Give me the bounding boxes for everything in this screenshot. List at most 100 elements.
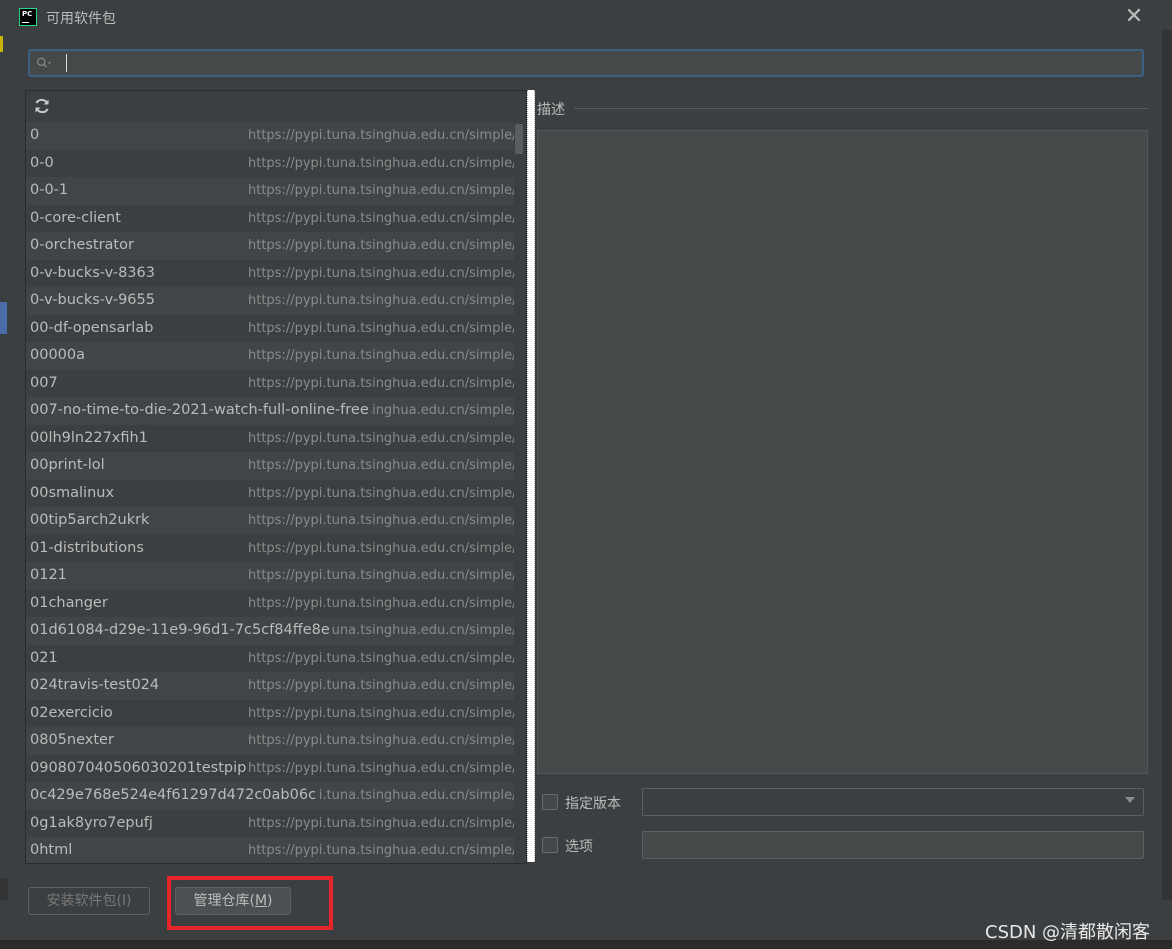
package-list-panel: 0 https://pypi.tuna.tsinghua.edu.cn/simpl… [25, 90, 527, 864]
package-repository: https://pypi.tuna.tsinghua.edu.cn/simple… [248, 430, 514, 446]
package-repository: https://pypi.tuna.tsinghua.edu.cn/simple… [248, 650, 514, 666]
package-repository: https://pypi.tuna.tsinghua.edu.cn/simple… [248, 843, 514, 858]
package-repository: https://pypi.tuna.tsinghua.edu.cn/simple… [248, 733, 514, 748]
background-window-edge-bottom [0, 878, 8, 900]
package-name: 02exercicio [30, 704, 113, 721]
package-repository: https://pypi.tuna.tsinghua.edu.cn/simple… [248, 678, 514, 693]
specify-version-checkbox[interactable] [542, 794, 558, 810]
package-repository: https://pypi.tuna.tsinghua.edu.cn/simple… [248, 210, 514, 226]
package-name: 00smalinux [30, 484, 115, 501]
package-name: 01d61084-d29e-11e9-96d1-7c5cf84ffe8e [30, 617, 332, 644]
package-row[interactable]: 00-df-opensarlab https://pypi.tuna.tsingh… [26, 315, 514, 343]
search-input[interactable] [70, 53, 1130, 73]
package-name: 0-0-1 [30, 177, 71, 204]
package-row[interactable]: 007 https://pypi.tuna.tsinghua.edu.cn/sim… [26, 370, 514, 398]
package-row[interactable]: 00tip5arch2ukrk https://pypi.tuna.tsinghu… [26, 507, 514, 535]
package-repository: https://pypi.tuna.tsinghua.edu.cn/simple… [248, 568, 514, 583]
package-name: 007-no-time-to-die-2021-watch-full-onlin… [30, 397, 371, 424]
chevron-down-icon[interactable] [1125, 797, 1135, 803]
package-row[interactable]: 00print-lol https://pypi.tuna.tsinghua.ed… [26, 452, 514, 480]
package-row[interactable]: 0-0 https://pypi.tuna.tsinghua.edu.cn/sim… [26, 150, 514, 178]
package-list-scrollbar[interactable] [514, 122, 524, 863]
close-icon[interactable]: ✕ [1124, 6, 1144, 28]
description-label: 描述 [537, 102, 565, 118]
package-row[interactable]: 0-0-1 https://pypi.tuna.tsinghua.edu.cn/s… [26, 177, 514, 205]
package-row[interactable]: 0-orchestrator https://pypi.tuna.tsinghua… [26, 232, 514, 260]
package-name: 0805nexter [30, 727, 116, 754]
package-row[interactable]: 01-distributions https://pypi.tuna.tsingh… [26, 535, 514, 563]
package-repository: https://pypi.tuna.tsinghua.edu.cn/simple… [248, 705, 514, 721]
options-label[interactable]: 选项 [565, 836, 593, 856]
scrollbar-thumb[interactable] [515, 124, 523, 154]
package-repository: https://pypi.tuna.tsinghua.edu.cn/simple… [248, 540, 514, 556]
options-checkbox[interactable] [542, 837, 558, 853]
package-name: 00lh9ln227xfih1 [30, 429, 148, 446]
package-row[interactable]: 0 https://pypi.tuna.tsinghua.edu.cn/simpl… [26, 122, 514, 150]
package-name: 007 [30, 374, 58, 391]
background-window-edge-right [1162, 30, 1172, 900]
package-repository: https://pypi.tuna.tsinghua.edu.cn/simple… [248, 815, 514, 831]
package-row[interactable]: 024travis-test024 https://pypi.tuna.tsing… [26, 672, 514, 700]
package-row[interactable]: 0html https://pypi.tuna.tsinghua.edu.cn/s… [26, 837, 514, 863]
package-name: 00-df-opensarlab [30, 319, 154, 336]
panel-splitter[interactable] [527, 90, 535, 862]
package-name: 01-distributions [30, 539, 144, 556]
package-name: 090807040506030201testpip [30, 759, 247, 776]
package-name: 0-orchestrator [30, 232, 136, 259]
package-repository: https://pypi.tuna.tsinghua.edu.cn/simple… [248, 320, 514, 336]
package-row[interactable]: 0805nexter https://pypi.tuna.tsinghua.edu… [26, 727, 514, 755]
package-name: 0-v-bucks-v-9655 [30, 287, 157, 314]
package-name: 00000a [30, 342, 88, 369]
search-icon[interactable] [36, 55, 52, 71]
package-row[interactable]: 01d61084-d29e-11e9-96d1-7c5cf84ffe8e http… [26, 617, 514, 645]
package-name: 0121 [30, 562, 69, 589]
package-repository: https://pypi.tuna.tsinghua.edu.cn/simple… [248, 238, 514, 253]
package-row[interactable]: 021 https://pypi.tuna.tsinghua.edu.cn/sim… [26, 645, 514, 673]
package-name: 0c429e768e524e4f61297d472c0ab06c [30, 782, 319, 809]
package-name: 0g1ak8yro7epufj [30, 814, 153, 831]
description-divider [574, 108, 1148, 109]
title-bar: PC 可用软件包 ✕ [0, 0, 1172, 36]
package-name: 0-core-client [30, 209, 121, 226]
package-row[interactable]: 01changer https://pypi.tuna.tsinghua.edu.… [26, 590, 514, 618]
package-row[interactable]: 02exercicio https://pypi.tuna.tsinghua.ed… [26, 700, 514, 728]
description-area [537, 130, 1148, 774]
version-select[interactable] [642, 788, 1144, 816]
package-name: 0-0 [30, 154, 54, 171]
package-repository: https://pypi.tuna.tsinghua.edu.cn/simple… [248, 458, 514, 473]
package-row[interactable]: 0-core-client https://pypi.tuna.tsinghua.… [26, 205, 514, 233]
package-row[interactable]: 00smalinux https://pypi.tuna.tsinghua.edu… [26, 480, 514, 508]
package-row[interactable]: 0g1ak8yro7epufj https://pypi.tuna.tsinghu… [26, 810, 514, 838]
background-window-selection [0, 302, 7, 334]
package-repository: https://pypi.tuna.tsinghua.edu.cn/simple… [248, 293, 514, 308]
package-row[interactable]: 0-v-bucks-v-9655 https://pypi.tuna.tsingh… [26, 287, 514, 315]
refresh-icon[interactable] [33, 97, 51, 115]
package-row[interactable]: 090807040506030201testpip https://pypi.tu… [26, 755, 514, 783]
annotation-highlight-box [167, 876, 333, 930]
package-repository: https://pypi.tuna.tsinghua.edu.cn/simple… [248, 265, 514, 281]
package-row[interactable]: 007-no-time-to-die-2021-watch-full-onlin… [26, 397, 514, 425]
package-row[interactable]: 00lh9ln227xfih1 https://pypi.tuna.tsinghu… [26, 425, 514, 453]
options-input[interactable] [642, 831, 1144, 859]
install-package-button[interactable]: 安装软件包(I) [28, 887, 150, 915]
package-list-toolbar [26, 91, 526, 122]
package-row[interactable]: 0121 https://pypi.tuna.tsinghua.edu.cn/si… [26, 562, 514, 590]
watermark: CSDN @清都散闲客 [985, 922, 1151, 943]
package-name: 024travis-test024 [30, 672, 162, 699]
package-row[interactable]: 0c429e768e524e4f61297d472c0ab06c https://… [26, 782, 514, 810]
package-name: 0 [30, 122, 42, 149]
package-repository: https://pypi.tuna.tsinghua.edu.cn/simple… [248, 128, 514, 143]
package-name: 021 [30, 649, 58, 666]
package-row[interactable]: 00000a https://pypi.tuna.tsinghua.edu.cn/… [26, 342, 514, 370]
package-repository: https://pypi.tuna.tsinghua.edu.cn/simple… [248, 348, 514, 363]
package-repository: https://pypi.tuna.tsinghua.edu.cn/simple… [248, 375, 514, 391]
package-name: 00tip5arch2ukrk [30, 507, 152, 534]
specify-version-label[interactable]: 指定版本 [565, 793, 621, 813]
search-field[interactable] [28, 49, 1144, 77]
package-name: 00print-lol [30, 452, 107, 479]
text-caret [66, 54, 67, 72]
package-repository: https://pypi.tuna.tsinghua.edu.cn/simple… [248, 485, 514, 501]
package-repository: https://pypi.tuna.tsinghua.edu.cn/simple… [248, 760, 514, 776]
package-repository: https://pypi.tuna.tsinghua.edu.cn/simple… [248, 183, 514, 198]
package-row[interactable]: 0-v-bucks-v-8363 https://pypi.tuna.tsingh… [26, 260, 514, 288]
